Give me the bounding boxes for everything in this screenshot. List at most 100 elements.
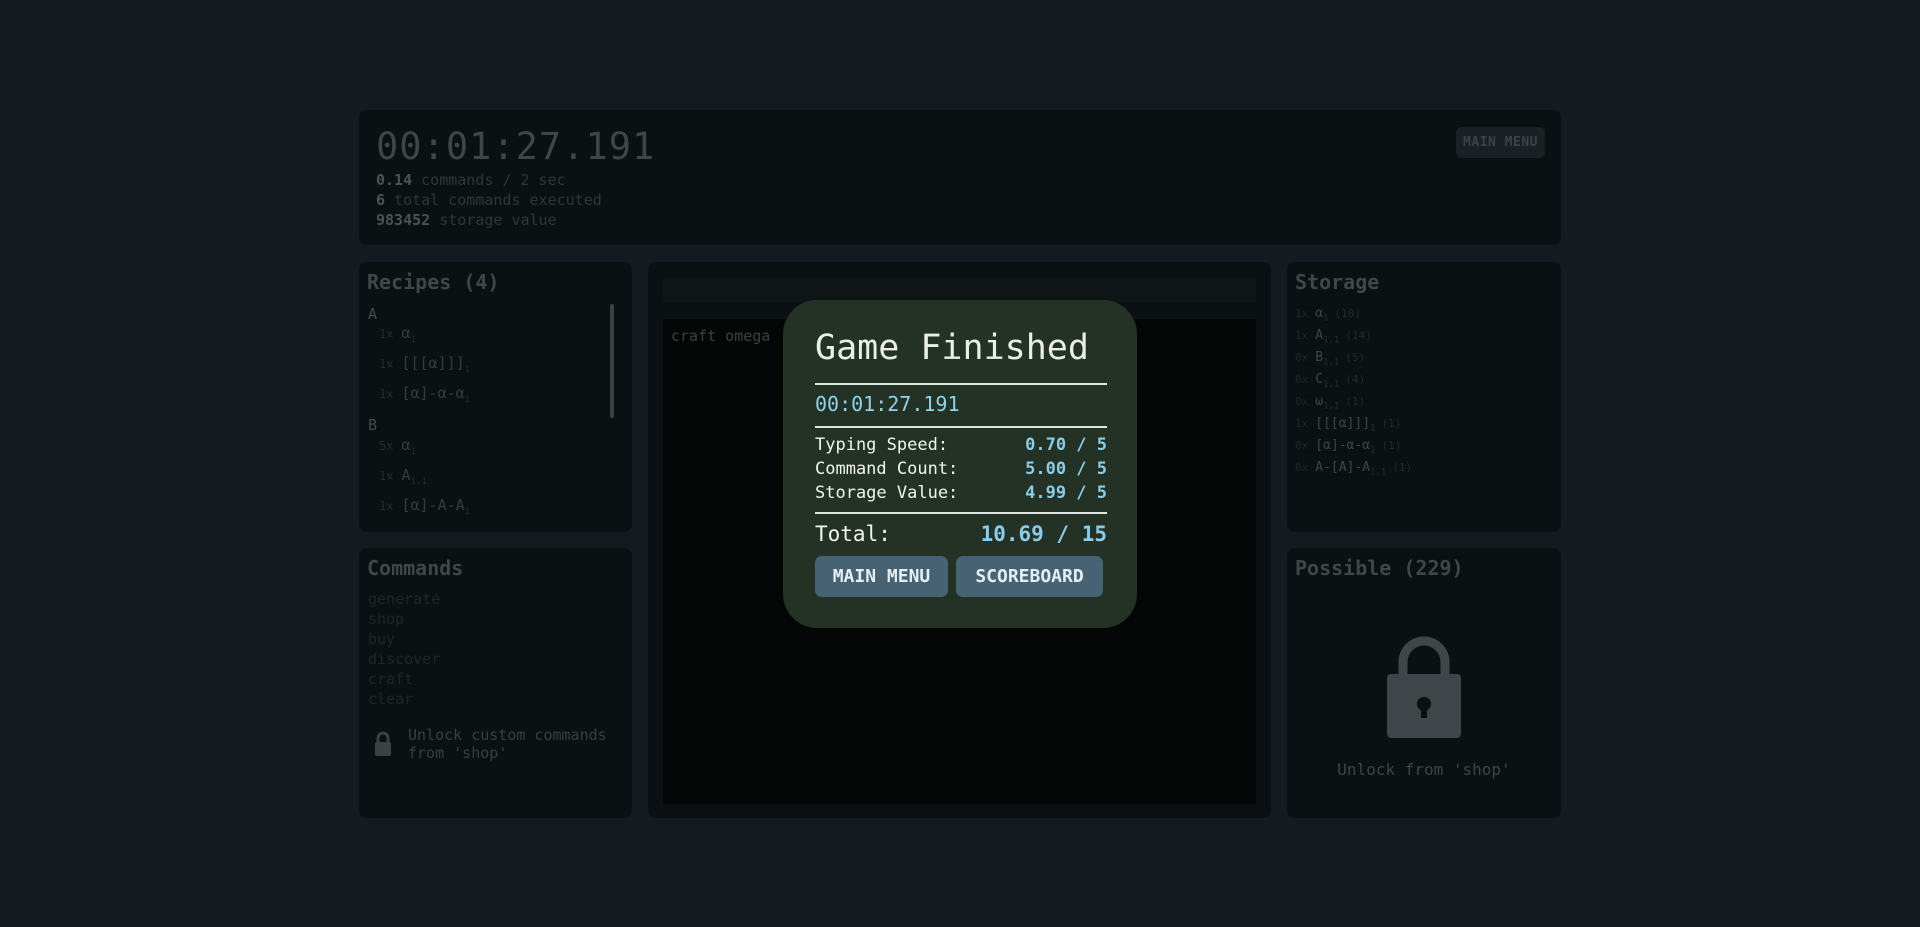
command-craft[interactable]: craft [368, 670, 413, 688]
score-label: Storage Value: [815, 483, 959, 503]
recipe-text: [α]-α-α [401, 384, 465, 402]
stat-label: total commands executed [394, 191, 602, 209]
recipe-count: 1x [379, 327, 394, 341]
storage-quantity: (10) [1334, 307, 1362, 320]
scoreboard-button[interactable]: SCOREBOARD [956, 556, 1103, 597]
storage-item[interactable]: 1x α1 (10) [1295, 306, 1361, 324]
command-buy[interactable]: buy [368, 630, 395, 648]
recipe-item[interactable]: 1x [α]-A-A1 [379, 496, 470, 517]
command-clear[interactable]: clear [368, 690, 413, 708]
storage-item[interactable]: 0x [α]-α-α1 (1) [1295, 438, 1401, 456]
stat-value: 6 [376, 191, 386, 209]
recipe-item[interactable]: 5x α1 [379, 436, 416, 457]
storage-sub: 1,1 [1323, 379, 1340, 390]
recipe-text: [α]-A-A [401, 496, 465, 514]
recipe-sub: 1 [410, 335, 416, 345]
modal-title: Game Finished [815, 328, 1089, 368]
recipe-item[interactable]: 1x A1,1 [379, 466, 427, 487]
storage-sub: 1 [1370, 423, 1376, 434]
divider [815, 383, 1107, 385]
storage-text: A-[A]-A [1315, 460, 1371, 475]
storage-quantity: (1) [1381, 439, 1402, 452]
stat-total-commands: 6 total commands executed [376, 191, 602, 209]
storage-item[interactable]: 0x A-[A]-A1,1 (1) [1295, 460, 1412, 478]
possible-panel: Possible (229) Unlock from 'shop' [1287, 548, 1561, 818]
storage-sub: 1,1 [1370, 467, 1387, 478]
stat-commands-rate: 0.14 commands / 2 sec [376, 171, 566, 189]
storage-sub: 1 [1323, 313, 1329, 324]
command-generate[interactable]: generate [368, 590, 440, 608]
stat-value: 983452 [376, 211, 431, 229]
stat-label: storage value [439, 211, 557, 229]
command-discover[interactable]: discover [368, 650, 440, 668]
recipes-panel[interactable]: Recipes (4) A 1x α1 1x [[[α]]]1 1x [α]-α-α1… [359, 262, 632, 532]
stat-value: 0.14 [376, 171, 413, 189]
storage-item[interactable]: 0x B1,1 (5) [1295, 350, 1365, 368]
storage-count: 0x [1295, 351, 1309, 364]
storage-count: 0x [1295, 461, 1309, 474]
storage-item[interactable]: 0x C1,1 (4) [1295, 372, 1365, 390]
stat-storage-value: 983452 storage value [376, 211, 557, 229]
storage-quantity: (1) [1345, 395, 1366, 408]
storage-count: 1x [1295, 307, 1309, 320]
storage-count: 0x [1295, 439, 1309, 452]
storage-text: ω [1315, 394, 1324, 409]
elapsed-timer: 00:01:27.191 [376, 125, 656, 168]
storage-sub: 1 [1370, 445, 1376, 456]
storage-sub: 1,1 [1323, 357, 1340, 368]
storage-item[interactable]: 1x A1,1 (14) [1295, 328, 1372, 346]
possible-title: Possible (229) [1295, 556, 1464, 580]
storage-item[interactable]: 1x [[[α]]]1 (1) [1295, 416, 1401, 434]
recipe-sub: 1 [464, 507, 471, 517]
score-value: 5.00 / 5 [1025, 459, 1107, 479]
command-input[interactable] [663, 277, 1256, 302]
commands-panel: Commands generate shop buy discover craf… [359, 548, 632, 818]
recipe-count: 1x [379, 469, 394, 483]
main-menu-button[interactable]: MAIN MENU [815, 556, 948, 597]
recipe-count: 1x [379, 387, 394, 401]
stat-label: commands / 2 sec [421, 171, 566, 189]
possible-unlock-text: Unlock from 'shop' [1337, 760, 1511, 779]
storage-sub: 1,1 [1323, 401, 1340, 412]
recipe-group-b: B [368, 416, 378, 434]
storage-quantity: (14) [1345, 329, 1372, 342]
recipes-scrollbar[interactable] [610, 304, 614, 418]
storage-panel: Storage 1x α1 (10) 1x A1,1 (14) 0x B1,1 (5) 0x… [1287, 262, 1561, 532]
recipe-item[interactable]: 1x [[[α]]]1 [379, 354, 470, 375]
command-shop[interactable]: shop [368, 610, 404, 628]
header-panel: 00:01:27.191 0.14 commands / 2 sec 6 tot… [359, 110, 1561, 245]
storage-count: 0x [1295, 373, 1309, 386]
score-value: 0.70 / 5 [1025, 435, 1107, 455]
recipe-item[interactable]: 1x α1 [379, 324, 416, 345]
recipe-sub: 1,1 [410, 477, 427, 487]
storage-item[interactable]: 0x ω1,1 (1) [1295, 394, 1365, 412]
storage-title: Storage [1295, 270, 1380, 294]
recipe-group-a: A [368, 305, 378, 323]
recipe-text: [[[α]]] [401, 354, 465, 372]
storage-text: [[[α]]] [1315, 416, 1371, 431]
storage-text: B [1315, 350, 1324, 365]
storage-text: C [1315, 372, 1324, 387]
total-label: Total: [815, 522, 891, 546]
score-label: Typing Speed: [815, 435, 949, 455]
score-command-count: Command Count: 5.00 / 5 [815, 459, 1107, 479]
lock-icon [375, 731, 391, 756]
recipe-item[interactable]: 1x [α]-α-α1 [379, 384, 470, 405]
main-menu-button-header[interactable]: MAIN MENU [1456, 127, 1545, 158]
score-total: Total: 10.69 / 15 [815, 522, 1107, 546]
storage-quantity: (4) [1345, 373, 1366, 386]
storage-quantity: (1) [1392, 461, 1413, 474]
commands-title: Commands [367, 556, 464, 580]
score-storage-value: Storage Value: 4.99 / 5 [815, 483, 1107, 503]
score-value: 4.99 / 5 [1025, 483, 1107, 503]
storage-sub: 1,1 [1323, 335, 1340, 346]
recipe-count: 1x [379, 357, 394, 371]
storage-text: [α]-α-α [1315, 438, 1371, 453]
storage-count: 1x [1295, 329, 1309, 342]
storage-quantity: (5) [1345, 351, 1366, 364]
recipe-sub: 1 [464, 365, 471, 375]
storage-text: A [1315, 328, 1324, 343]
divider [815, 426, 1107, 428]
recipe-sub: 1 [410, 447, 416, 457]
terminal-line: craft omega [671, 327, 771, 345]
